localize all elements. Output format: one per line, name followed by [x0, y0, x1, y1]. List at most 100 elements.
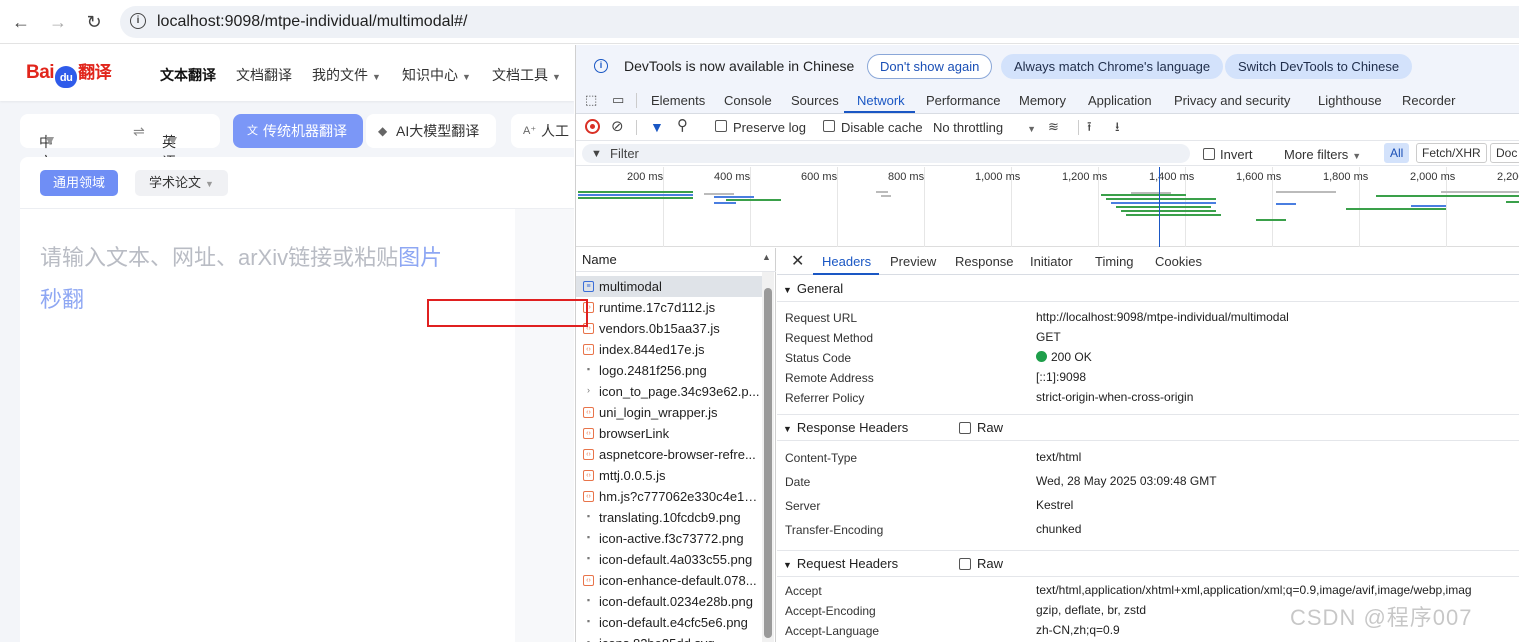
address-bar[interactable]: i localhost:9098/mtpe-individual/multimo… — [120, 6, 1519, 38]
filter-input[interactable]: ▼ Filter — [582, 144, 1190, 163]
scrollbar-thumb[interactable] — [764, 288, 772, 638]
request-row[interactable]: ‹› mttj.0.0.5.js — [576, 465, 762, 486]
always-match-language-button[interactable]: Always match Chrome's language — [1001, 54, 1224, 79]
request-row[interactable]: ‹› aspnetcore-browser-refre... — [576, 444, 762, 465]
timeline-request-bar — [1441, 191, 1519, 193]
tab-performance[interactable]: Performance — [926, 93, 1000, 108]
dont-show-again-button[interactable]: Don't show again — [867, 54, 993, 79]
throttling-select[interactable]: No throttling ▼ — [933, 120, 1036, 135]
active-tab-indicator — [844, 111, 915, 113]
request-row[interactable]: ‹› vendors.0b15aa37.js — [576, 318, 762, 339]
more-filters-select[interactable]: More filters ▼ — [1284, 147, 1361, 162]
filter-fetch-xhr-button[interactable]: Fetch/XHR — [1416, 143, 1487, 163]
tab-memory[interactable]: Memory — [1019, 93, 1066, 108]
name-column-header[interactable]: Name ▲ — [576, 248, 776, 272]
output-area — [515, 209, 574, 642]
inspect-element-icon[interactable]: ⬚ — [585, 92, 597, 108]
network-overview-timeline[interactable]: 200 ms 400 ms 600 ms 800 ms 1,000 ms 1,200 ms… — [576, 167, 1519, 247]
request-row[interactable]: ‹› icon-enhance-default.078... — [576, 570, 762, 591]
request-row[interactable]: ≡ multimodal — [576, 276, 762, 297]
tab-sources[interactable]: Sources — [791, 93, 839, 108]
nav-my-files[interactable]: 我的文件 ▼ — [312, 65, 381, 85]
expand-icon: ▼ — [783, 285, 792, 295]
close-icon[interactable]: ✕ — [791, 251, 804, 271]
baidu-fanyi-logo[interactable]: Bai du 翻译 — [26, 58, 112, 88]
request-row[interactable]: ▪ icon-default.e4cfc5e6.png — [576, 612, 762, 633]
record-icon[interactable] — [585, 119, 600, 134]
switch-to-chinese-button[interactable]: Switch DevTools to Chinese — [1225, 54, 1413, 79]
timeline-request-bar — [1101, 194, 1186, 196]
general-section-header[interactable]: ▼ General — [777, 276, 1519, 302]
raw-checkbox[interactable] — [959, 422, 971, 434]
mode-traditional-button[interactable]: 文传统机器翻译 — [233, 114, 363, 148]
tab-timing[interactable]: Timing — [1095, 254, 1134, 269]
accept-encoding-value: gzip, deflate, br, zstd — [1036, 603, 1147, 617]
nav-knowledge[interactable]: 知识中心 ▼ — [402, 65, 471, 85]
script-file-icon: ‹› — [583, 407, 594, 418]
invert-checkbox[interactable] — [1203, 148, 1215, 160]
request-row[interactable]: ▪ icon-default.0234e28b.png — [576, 591, 762, 612]
request-details: ✕ Headers Preview Response Initiator Tim… — [777, 248, 1519, 642]
request-headers-section-header[interactable]: ▼ Request Headers Raw — [777, 551, 1519, 577]
tab-lighthouse[interactable]: Lighthouse — [1318, 93, 1382, 108]
back-icon[interactable]: ← — [9, 10, 33, 34]
request-url-key: Request URL — [785, 311, 858, 325]
tab-initiator[interactable]: Initiator — [1030, 254, 1073, 269]
raw-checkbox[interactable] — [959, 558, 971, 570]
network-conditions-icon[interactable]: ≋ — [1048, 119, 1059, 135]
request-row[interactable]: ▪ translating.10fcdcb9.png — [576, 507, 762, 528]
tab-console[interactable]: Console — [724, 93, 772, 108]
request-row[interactable]: ‹› hm.js?c777062e330c4e1b... — [576, 486, 762, 507]
tab-headers[interactable]: Headers — [822, 254, 871, 269]
scroll-up-icon[interactable]: ▲ — [762, 252, 771, 262]
filter-all-button[interactable]: All — [1384, 143, 1410, 163]
mode-ai-button[interactable]: ◆ AI大模型翻译 — [366, 114, 496, 148]
swap-lang-icon[interactable]: ⇌ — [133, 123, 145, 140]
nav-doc-tools[interactable]: 文档工具 ▼ — [492, 65, 561, 85]
request-row[interactable]: ▪ logo.2481f256.png — [576, 360, 762, 381]
nav-text-translate[interactable]: 文本翻译 — [160, 65, 216, 85]
request-row[interactable]: ‹› runtime.17c7d112.js — [576, 297, 762, 318]
site-info-icon[interactable]: i — [130, 13, 146, 29]
request-row[interactable]: ‹› browserLink — [576, 423, 762, 444]
filter-doc-button[interactable]: Doc — [1490, 143, 1519, 163]
tab-network[interactable]: Network — [857, 93, 905, 108]
tab-cookies[interactable]: Cookies — [1155, 254, 1202, 269]
tab-response[interactable]: Response — [955, 254, 1014, 269]
request-name: icons.82be85dd.svg — [599, 636, 715, 642]
preserve-log-checkbox[interactable] — [715, 120, 727, 132]
cube-icon: ◆ — [378, 124, 388, 138]
tab-elements[interactable]: Elements — [651, 93, 705, 108]
tab-preview[interactable]: Preview — [890, 254, 936, 269]
response-headers-section-header[interactable]: ▼ Response Headers Raw — [777, 415, 1519, 441]
mode-human-button[interactable]: A⁺ 人工 — [511, 114, 574, 148]
disable-cache-checkbox[interactable] — [823, 120, 835, 132]
domain-paper-select[interactable]: 学术论文 ▼ — [135, 170, 228, 196]
clear-icon[interactable]: ⊘ — [611, 119, 624, 135]
tab-recorder[interactable]: Recorder — [1402, 93, 1455, 108]
forward-icon[interactable]: → — [46, 10, 70, 34]
request-name: icon-default.4a033c55.png — [599, 552, 753, 567]
url-text: localhost:9098/mtpe-individual/multimoda… — [157, 13, 468, 30]
request-row[interactable]: ‹› uni_login_wrapper.js — [576, 402, 762, 423]
request-row[interactable]: ‹› index.844ed17e.js — [576, 339, 762, 360]
reload-icon[interactable]: ↻ — [82, 10, 106, 34]
device-toolbar-icon[interactable]: ▭ — [612, 92, 624, 108]
nav-doc-translate[interactable]: 文档翻译 — [236, 65, 292, 85]
timeline-request-bar — [714, 202, 736, 204]
request-row[interactable]: › icon_to_page.34c93e62.p... — [576, 381, 762, 402]
request-row[interactable]: ▪ icon-active.f3c73772.png — [576, 528, 762, 549]
tab-privacy-security[interactable]: Privacy and security — [1174, 93, 1290, 108]
search-icon[interactable]: ⚲ — [677, 118, 688, 134]
domain-general-tag[interactable]: 通用领域 — [40, 170, 119, 196]
tab-application[interactable]: Application — [1088, 93, 1152, 108]
script-file-icon: ‹› — [583, 575, 594, 586]
paste-image-link[interactable]: 图片 — [398, 245, 442, 270]
request-row[interactable]: ▪ icon-default.4a033c55.png — [576, 549, 762, 570]
import-har-icon[interactable]: ⭱ — [1087, 119, 1092, 135]
request-row[interactable]: ▪ icons.82be85dd.svg — [576, 633, 762, 642]
timeline-tick-label: 2,200 — [1497, 171, 1519, 183]
export-har-icon[interactable]: ⭳ — [1115, 119, 1120, 135]
request-url-value: http://localhost:9098/mtpe-individual/mu… — [1036, 310, 1289, 324]
filter-icon[interactable]: ▼ — [650, 119, 664, 135]
